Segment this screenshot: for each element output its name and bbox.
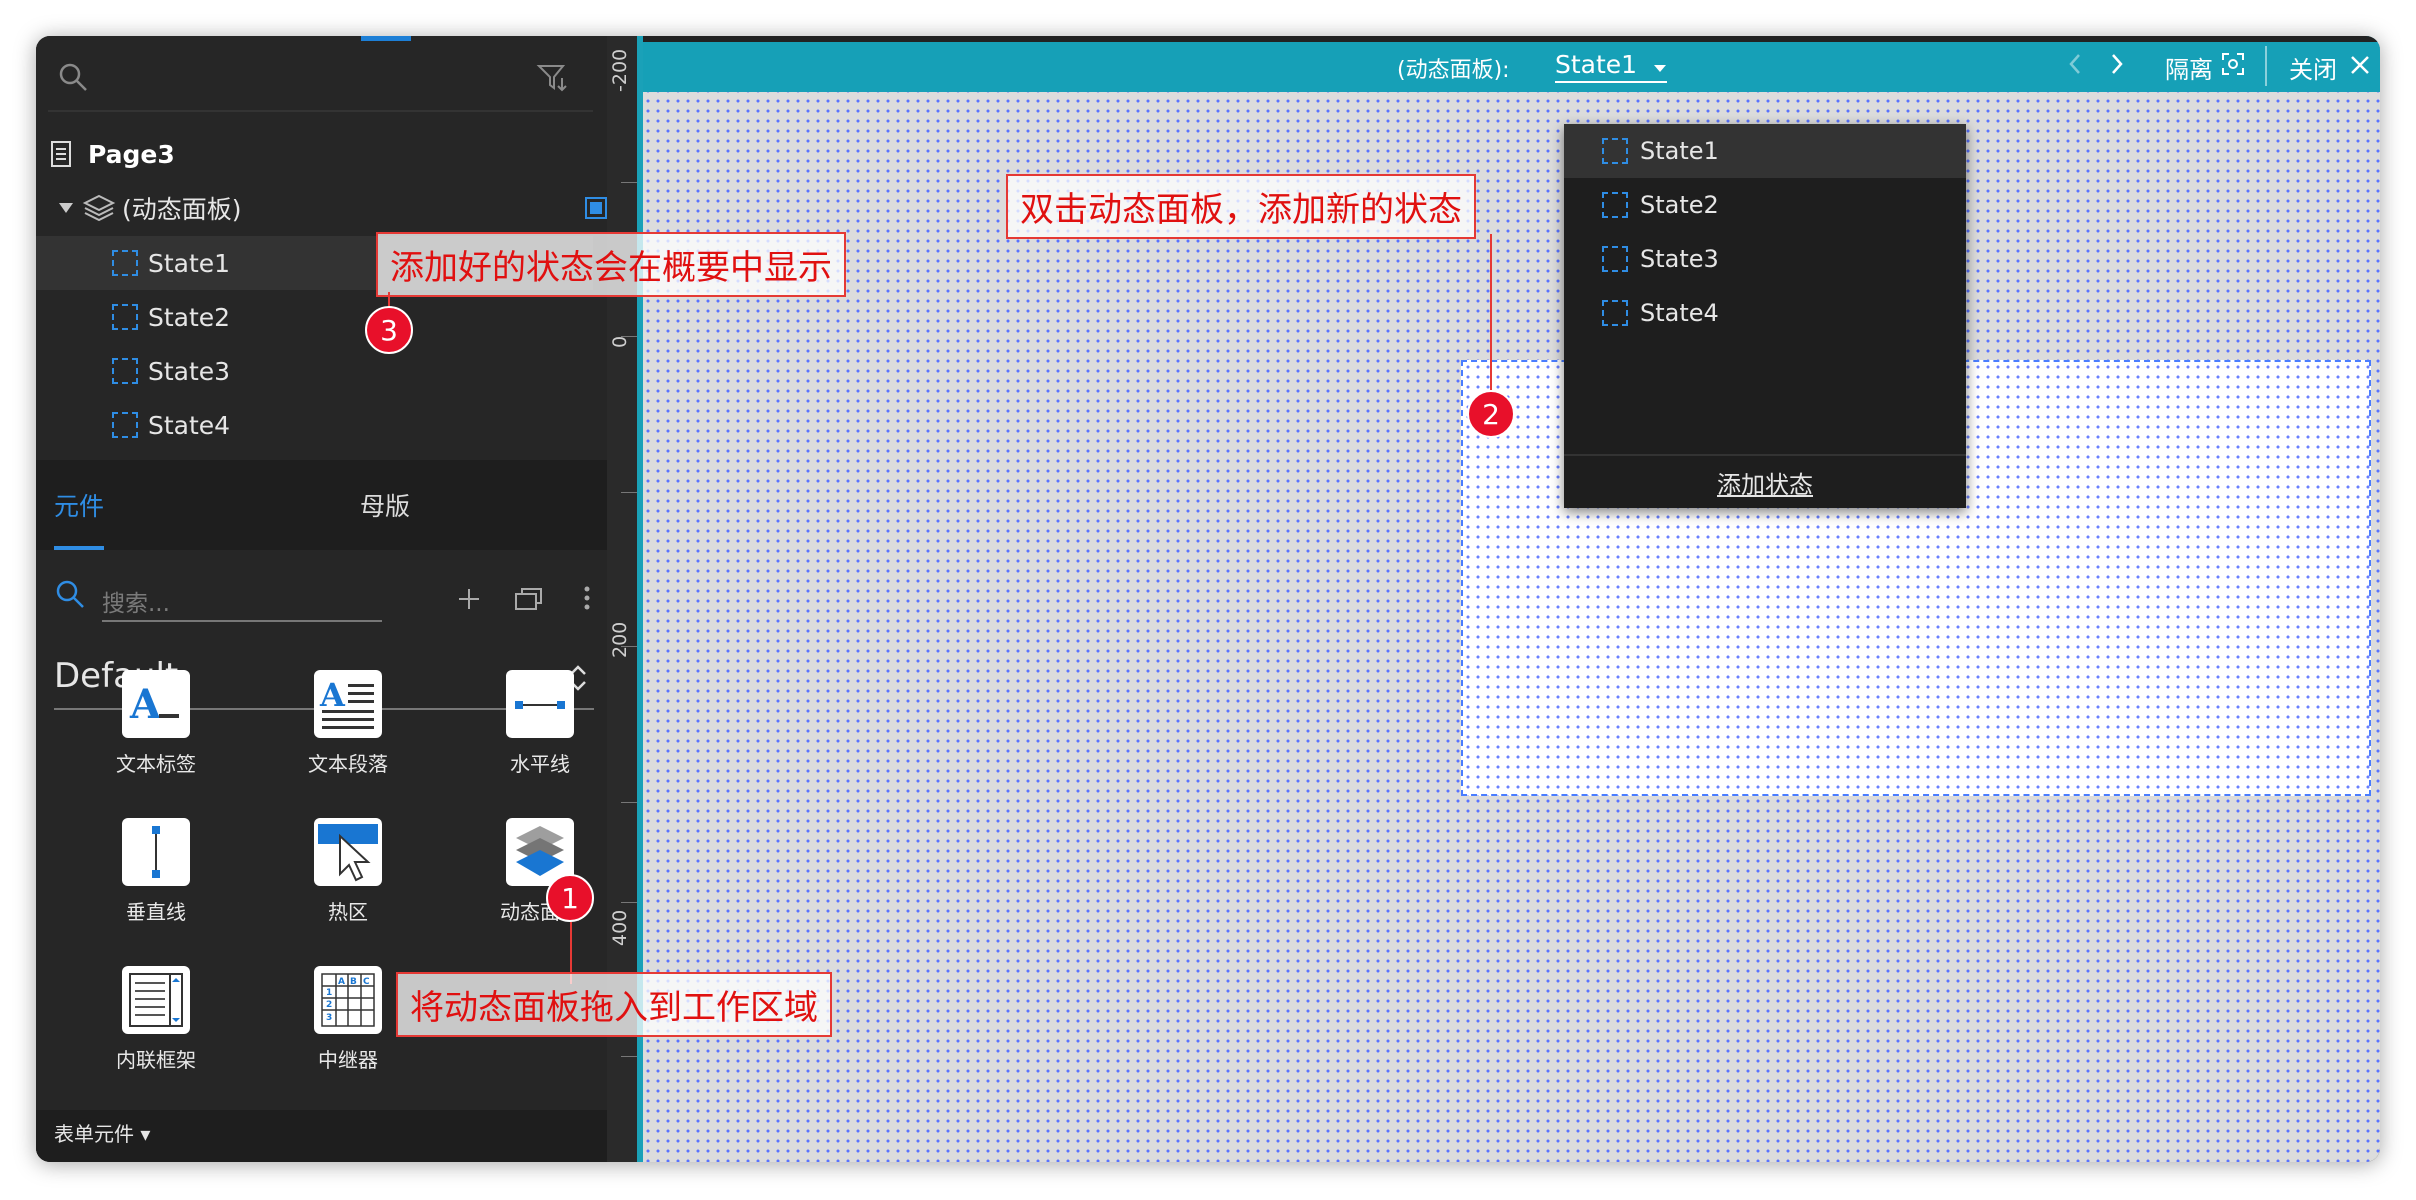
page-label: Page3: [88, 139, 175, 169]
state-dropdown: State1 State2 State3 State4 添加状态: [1564, 124, 1966, 508]
collapse-arrow-icon[interactable]: [56, 198, 76, 218]
ruler-label: 0: [609, 335, 631, 348]
close-icon[interactable]: [2349, 54, 2371, 76]
tab-masters[interactable]: 母版: [360, 460, 410, 550]
state-icon: [1602, 246, 1628, 272]
annotation-badge-3: 3: [365, 306, 413, 354]
form-widgets-section[interactable]: 表单元件 ▾: [36, 1110, 607, 1162]
widget-vertical-line[interactable]: 垂直线: [91, 818, 221, 948]
inline-frame-icon: [122, 966, 190, 1034]
close-button[interactable]: 关闭: [2289, 50, 2337, 85]
svg-text:C: C: [363, 977, 370, 987]
svg-text:3: 3: [326, 1013, 332, 1023]
dropdown-state-3[interactable]: State3: [1564, 232, 1966, 286]
state-icon: [112, 358, 138, 384]
state-icon: [1602, 300, 1628, 326]
state-icon: [112, 250, 138, 276]
page-icon: [51, 141, 71, 167]
library-tabs: 元件 母版: [36, 460, 607, 550]
outline-state-4[interactable]: State4: [36, 398, 593, 452]
ruler-label: 200: [609, 621, 631, 658]
library-copy-icon[interactable]: [514, 586, 544, 612]
work-canvas[interactable]: (动态面板): State1 隔离 关闭: [637, 36, 2380, 1162]
prev-state-icon[interactable]: [2067, 52, 2083, 76]
panel-label: (动态面板): [122, 195, 242, 224]
annotation-note-1: 将动态面板拖入到工作区域: [396, 972, 832, 1037]
annotation-note-3: 添加好的状态会在概要中显示: [376, 232, 846, 297]
tab-widgets[interactable]: 元件: [54, 460, 104, 550]
ruler-label: 400: [609, 909, 631, 946]
dropdown-state-1[interactable]: State1: [1564, 124, 1966, 178]
dropdown-divider: [1564, 454, 1966, 456]
widget-text-label[interactable]: A 文本标签: [91, 670, 221, 800]
widget-text-paragraph[interactable]: A 文本段落: [283, 670, 413, 800]
state-icon: [112, 304, 138, 330]
chevron-down-icon: [1654, 65, 1667, 72]
ruler-tick: [621, 646, 637, 647]
svg-text:A: A: [129, 681, 162, 728]
library-toolbar: 搜索...: [54, 576, 594, 638]
search-icon: [56, 580, 84, 608]
horizontal-ruler-strip: [643, 36, 2380, 42]
panel-edit-toolbar: (动态面板): State1 隔离 关闭: [643, 36, 2380, 92]
outline-state-3[interactable]: State3: [36, 344, 593, 398]
state-icon: [1602, 138, 1628, 164]
widget-inline-frame[interactable]: 内联框架: [91, 966, 221, 1096]
hotspot-icon: [314, 818, 382, 886]
svg-text:A: A: [319, 676, 346, 714]
ruler-tick: [621, 802, 637, 803]
ruler-tick: [621, 182, 637, 183]
toolbar-divider: [2265, 46, 2267, 86]
add-state-button[interactable]: 添加状态: [1564, 458, 1966, 506]
annotation-note-2: 双击动态面板，添加新的状态: [1006, 174, 1476, 239]
outline-dynamic-panel[interactable]: (动态面板): [50, 180, 607, 236]
panel-type-icon: [585, 197, 607, 219]
divider: [48, 110, 593, 112]
app-window: Page3 (动态面板) State1 State2 State3 State4…: [36, 36, 2380, 1162]
widget-repeater[interactable]: ABC123 中继器: [283, 966, 413, 1096]
ruler-tick: [621, 492, 637, 493]
widget-hotspot[interactable]: 热区: [283, 818, 413, 948]
annotation-badge-1: 1: [546, 874, 594, 922]
isolate-button[interactable]: 隔离: [2165, 50, 2213, 85]
svg-text:2: 2: [326, 1000, 332, 1010]
search-icon[interactable]: [56, 60, 90, 94]
library-search-input[interactable]: 搜索...: [102, 576, 382, 622]
svg-text:B: B: [350, 977, 357, 987]
state-selector[interactable]: State1: [1555, 50, 1668, 83]
filter-icon[interactable]: [536, 60, 570, 94]
layers-icon: [82, 194, 116, 222]
next-state-icon[interactable]: [2109, 52, 2125, 76]
horizontal-line-icon: [506, 670, 574, 738]
svg-text:A: A: [338, 977, 345, 987]
outline-page[interactable]: Page3: [50, 126, 175, 182]
dropdown-state-2[interactable]: State2: [1564, 178, 1966, 232]
ruler-label: -200: [609, 48, 631, 92]
dropdown-state-4[interactable]: State4: [1564, 286, 1966, 340]
repeater-icon: ABC 1 2 3: [314, 966, 382, 1034]
panel-resize-handle[interactable]: [361, 36, 411, 41]
outline-state-2[interactable]: State2: [36, 290, 593, 344]
widget-horizontal-line[interactable]: 水平线: [475, 670, 605, 800]
text-label-icon: A: [122, 670, 190, 738]
ruler-tick: [621, 902, 637, 903]
ruler-tick: [621, 1056, 637, 1057]
vertical-line-icon: [122, 818, 190, 886]
isolate-icon[interactable]: [2221, 52, 2245, 76]
text-paragraph-icon: A: [314, 670, 382, 738]
panel-name-label: (动态面板):: [1397, 58, 1510, 83]
annotation-badge-2: 2: [1467, 390, 1515, 438]
state-icon: [1602, 192, 1628, 218]
more-icon[interactable]: [582, 584, 592, 612]
add-icon[interactable]: [456, 586, 482, 612]
ruler-tick: [621, 336, 637, 337]
svg-text:1: 1: [326, 988, 332, 998]
state-icon: [112, 412, 138, 438]
